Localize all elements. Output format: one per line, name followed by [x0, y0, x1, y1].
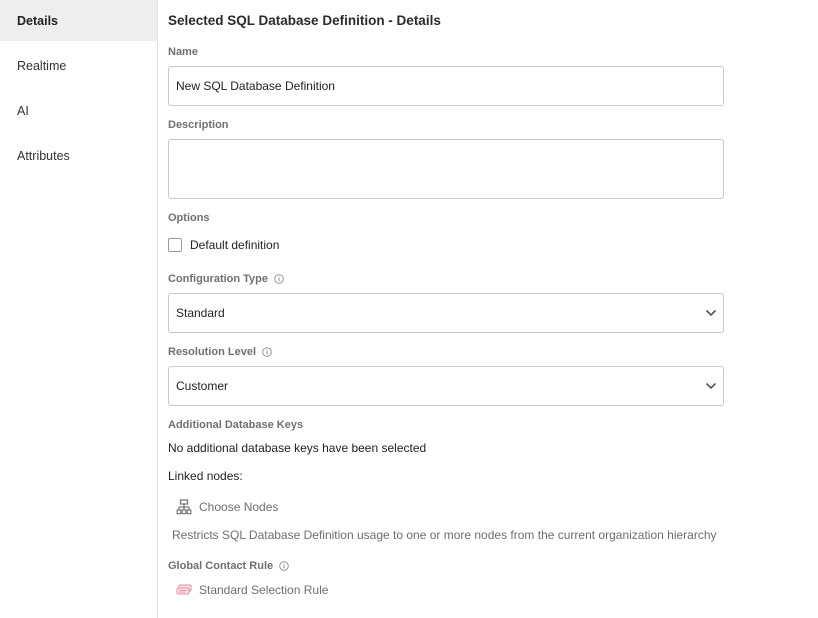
sidebar-item-ai[interactable]: AI [0, 90, 157, 131]
sidebar-item-realtime[interactable]: Realtime [0, 45, 157, 86]
sidebar: Details Realtime AI Attributes [0, 0, 158, 618]
choose-nodes-button[interactable]: Choose Nodes [176, 499, 278, 515]
resolution-level-select[interactable]: Customer [168, 366, 724, 406]
sidebar-item-label: AI [17, 103, 29, 118]
global-contact-rule-value: Standard Selection Rule [199, 583, 329, 597]
global-contact-rule-label-text: Global Contact Rule [168, 560, 274, 572]
name-value: New SQL Database Definition [176, 79, 335, 93]
linked-nodes-hint: Restricts SQL Database Definition usage … [172, 528, 717, 542]
configuration-type-label: Configuration Type [168, 273, 284, 285]
default-definition-option[interactable]: Default definition [168, 238, 279, 252]
configuration-type-value: Standard [176, 306, 225, 320]
info-icon[interactable] [274, 274, 284, 284]
info-icon[interactable] [262, 347, 272, 357]
sidebar-item-details[interactable]: Details [0, 0, 157, 41]
resolution-level-value: Customer [176, 379, 229, 393]
configuration-type-label-text: Configuration Type [168, 273, 269, 285]
choose-nodes-label: Choose Nodes [199, 500, 279, 514]
additional-keys-empty-text: No additional database keys have been se… [168, 441, 427, 455]
options-label: Options [168, 212, 210, 224]
default-definition-checkbox[interactable] [168, 238, 182, 252]
global-contact-rule-link[interactable]: Standard Selection Rule [176, 583, 328, 597]
rule-stack-icon [176, 584, 192, 595]
page-title: Selected SQL Database Definition - Detai… [168, 13, 441, 28]
info-icon[interactable] [279, 561, 289, 571]
linked-nodes-label: Linked nodes: [168, 469, 243, 483]
description-label: Description [168, 119, 229, 131]
chevron-down-icon [705, 309, 717, 317]
sidebar-item-label: Details [17, 13, 58, 28]
sidebar-item-attributes[interactable]: Attributes [0, 135, 157, 176]
resolution-level-label-text: Resolution Level [168, 346, 257, 358]
name-label: Name [168, 46, 198, 58]
default-definition-label: Default definition [190, 238, 280, 252]
description-textarea[interactable] [168, 139, 724, 199]
resolution-level-label: Resolution Level [168, 346, 272, 358]
sidebar-item-label: Realtime [17, 58, 67, 73]
configuration-type-select[interactable]: Standard [168, 293, 724, 333]
chevron-down-icon [705, 382, 717, 390]
global-contact-rule-label: Global Contact Rule [168, 560, 289, 572]
sidebar-item-label: Attributes [17, 148, 70, 163]
name-input[interactable]: New SQL Database Definition [168, 66, 724, 106]
hierarchy-icon [176, 499, 192, 515]
additional-keys-label: Additional Database Keys [168, 419, 304, 431]
